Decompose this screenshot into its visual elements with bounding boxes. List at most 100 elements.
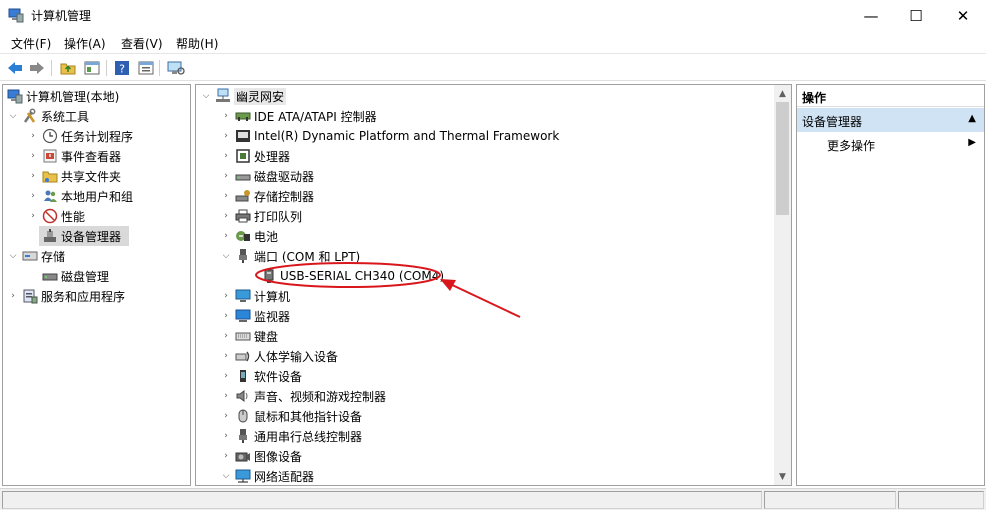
device-manager-icon bbox=[42, 228, 58, 244]
close-button[interactable]: ✕ bbox=[940, 0, 986, 31]
device-category[interactable]: › IDE ATA/ATAPI 控制器 bbox=[220, 106, 377, 126]
computer-management-icon bbox=[8, 7, 24, 23]
device-category[interactable]: › 打印队列 bbox=[220, 206, 302, 226]
up-folder-icon[interactable] bbox=[58, 58, 78, 78]
menu-help[interactable]: 帮助(H) bbox=[176, 35, 218, 52]
tree-item-event-viewer[interactable]: › 事件查看器 bbox=[27, 146, 121, 166]
device-usb-serial-ch340[interactable]: USB-SERIAL CH340 (COM4) bbox=[258, 266, 444, 286]
chevron-right-icon[interactable]: › bbox=[27, 146, 39, 166]
chevron-right-icon[interactable]: › bbox=[7, 286, 19, 306]
tree-item-shared-folders[interactable]: › 共享文件夹 bbox=[27, 166, 121, 186]
chevron-right-icon[interactable]: › bbox=[27, 166, 39, 186]
submenu-arrow-icon: ▶ bbox=[968, 137, 976, 148]
chevron-right-icon[interactable]: › bbox=[220, 186, 232, 206]
device-category[interactable]: › 软件设备 bbox=[220, 366, 302, 386]
minimize-button[interactable]: — bbox=[848, 0, 894, 31]
tree-item-disk-management[interactable]: 磁盘管理 bbox=[39, 266, 109, 286]
port-icon bbox=[235, 248, 251, 264]
tree-item-performance[interactable]: › 性能 bbox=[27, 206, 85, 226]
menu-action[interactable]: 操作(A) bbox=[64, 35, 106, 52]
chevron-right-icon[interactable]: › bbox=[220, 146, 232, 166]
show-hide-tree-icon[interactable] bbox=[82, 58, 102, 78]
device-category[interactable]: › 处理器 bbox=[220, 146, 290, 166]
menu-view[interactable]: 查看(V) bbox=[121, 35, 163, 52]
tree-item-task-scheduler[interactable]: › 任务计划程序 bbox=[27, 126, 133, 146]
chevron-right-icon[interactable]: › bbox=[27, 206, 39, 226]
device-category-label: IDE ATA/ATAPI 控制器 bbox=[254, 109, 377, 124]
actions-section-device-manager[interactable]: 设备管理器 ▲ bbox=[797, 108, 984, 132]
tree-item-system-tools[interactable]: ⌵ 系统工具 bbox=[7, 106, 89, 126]
menu-file[interactable]: 文件(F) bbox=[11, 35, 51, 52]
help-icon[interactable]: ? bbox=[112, 58, 132, 78]
device-category-label: 处理器 bbox=[254, 149, 291, 164]
scroll-down-icon[interactable]: ▼ bbox=[774, 468, 791, 485]
tree-item-services-applications[interactable]: › 服务和应用程序 bbox=[7, 286, 125, 306]
device-category-label: 网络适配器 bbox=[254, 469, 315, 484]
chevron-right-icon[interactable]: › bbox=[220, 326, 232, 346]
device-category[interactable]: › 监视器 bbox=[220, 306, 290, 326]
tree-label: 磁盘管理 bbox=[61, 269, 110, 284]
device-category-label: 人体学输入设备 bbox=[254, 349, 339, 364]
chevron-down-icon[interactable]: ⌵ bbox=[220, 246, 232, 266]
device-category[interactable]: › 电池 bbox=[220, 226, 278, 246]
tree-label: 事件查看器 bbox=[61, 149, 122, 164]
more-actions-item[interactable]: 更多操作 ▶ bbox=[827, 137, 982, 157]
vertical-scrollbar[interactable]: ▲ ▼ bbox=[774, 85, 791, 485]
chevron-down-icon[interactable]: ⌵ bbox=[7, 106, 19, 126]
device-category[interactable]: › 图像设备 bbox=[220, 446, 302, 466]
forward-arrow-icon[interactable] bbox=[27, 58, 47, 78]
device-category-label: 图像设备 bbox=[254, 449, 303, 464]
chevron-right-icon[interactable]: › bbox=[220, 346, 232, 366]
device-category-label: 端口 (COM 和 LPT) bbox=[254, 249, 361, 264]
chevron-right-icon[interactable]: › bbox=[27, 186, 39, 206]
chevron-right-icon[interactable]: › bbox=[220, 406, 232, 426]
tree-label: 本地用户和组 bbox=[61, 189, 134, 204]
properties-icon[interactable] bbox=[136, 58, 156, 78]
chevron-down-icon[interactable]: ⌵ bbox=[200, 86, 212, 106]
chevron-right-icon[interactable]: › bbox=[220, 106, 232, 126]
device-category[interactable]: ⌵ 网络适配器 bbox=[220, 466, 315, 485]
device-category[interactable]: › 键盘 bbox=[220, 326, 278, 346]
console-tree: 计算机管理(本地) ⌵ 系统工具 › 任务计划程序 › 事件查看器 › 共享文件… bbox=[2, 84, 191, 486]
chevron-right-icon[interactable]: › bbox=[220, 286, 232, 306]
collapse-arrow-icon[interactable]: ▲ bbox=[968, 113, 976, 124]
chevron-right-icon[interactable]: › bbox=[220, 306, 232, 326]
chevron-right-icon[interactable]: › bbox=[220, 126, 232, 146]
tree-item-storage[interactable]: ⌵ 存储 bbox=[7, 246, 65, 266]
device-category[interactable]: › 鼠标和其他指针设备 bbox=[220, 406, 362, 426]
chevron-right-icon[interactable]: › bbox=[220, 206, 232, 226]
serial-port-device-icon bbox=[261, 268, 277, 284]
device-root[interactable]: ⌵ 幽灵网安 bbox=[200, 86, 287, 106]
device-category[interactable]: › Intel(R) Dynamic Platform and Thermal … bbox=[220, 126, 559, 146]
device-category[interactable]: › 通用串行总线控制器 bbox=[220, 426, 362, 446]
chevron-right-icon[interactable]: › bbox=[27, 126, 39, 146]
users-icon bbox=[42, 188, 58, 204]
chevron-right-icon[interactable]: › bbox=[220, 426, 232, 446]
device-category-label: 键盘 bbox=[254, 329, 279, 344]
device-category[interactable]: › 声音、视频和游戏控制器 bbox=[220, 386, 386, 406]
chevron-right-icon[interactable]: › bbox=[220, 226, 232, 246]
scrollbar-thumb[interactable] bbox=[776, 102, 789, 215]
device-category[interactable]: › 人体学输入设备 bbox=[220, 346, 338, 366]
chevron-down-icon[interactable]: ⌵ bbox=[7, 246, 19, 266]
chevron-down-icon[interactable]: ⌵ bbox=[220, 466, 232, 485]
device-category[interactable]: › 磁盘驱动器 bbox=[220, 166, 314, 186]
chevron-right-icon[interactable]: › bbox=[220, 366, 232, 386]
device-category[interactable]: › 计算机 bbox=[220, 286, 290, 306]
tree-item-local-users[interactable]: › 本地用户和组 bbox=[27, 186, 133, 206]
keyboard-icon bbox=[235, 328, 251, 344]
chevron-right-icon[interactable]: › bbox=[220, 446, 232, 466]
chevron-right-icon[interactable]: › bbox=[220, 166, 232, 186]
device-category-label: 通用串行总线控制器 bbox=[254, 429, 363, 444]
tree-label: 共享文件夹 bbox=[61, 169, 122, 184]
maximize-button[interactable]: ☐ bbox=[893, 0, 939, 31]
back-arrow-icon[interactable] bbox=[5, 58, 25, 78]
status-cell bbox=[898, 491, 984, 509]
tree-item-device-manager[interactable]: 设备管理器 bbox=[39, 226, 129, 246]
chevron-right-icon[interactable]: › bbox=[220, 386, 232, 406]
tree-item-computer-management[interactable]: 计算机管理(本地) bbox=[5, 86, 119, 106]
device-category[interactable]: › 存储控制器 bbox=[220, 186, 314, 206]
scan-hardware-icon[interactable] bbox=[166, 58, 186, 78]
device-category-ports[interactable]: ⌵ 端口 (COM 和 LPT) bbox=[220, 246, 360, 266]
scroll-up-icon[interactable]: ▲ bbox=[774, 85, 791, 102]
